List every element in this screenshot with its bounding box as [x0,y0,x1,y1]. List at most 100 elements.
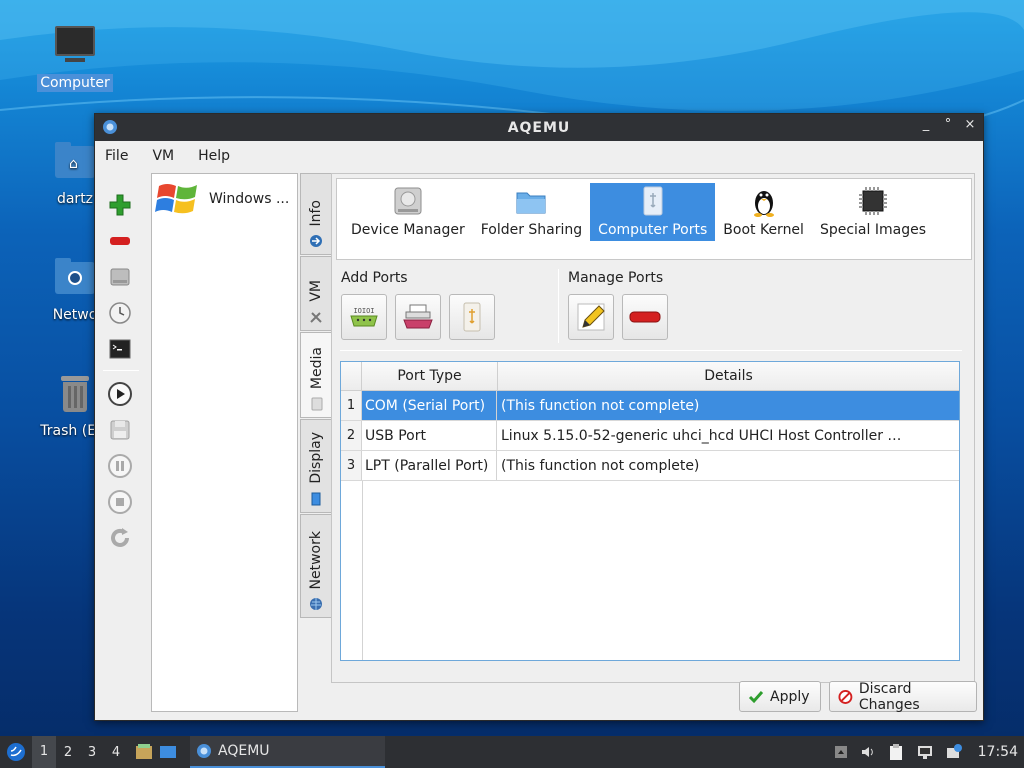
pause-icon [108,454,132,478]
windows-logo-icon [155,184,197,214]
taskbar-task-aqemu[interactable]: AQEMU [190,736,385,768]
add-usb-port-button[interactable] [449,294,495,340]
details-header[interactable]: Details [498,362,959,390]
hard-disk-icon [110,268,130,286]
reload-icon [111,528,129,547]
add-serial-port-button[interactable]: IOIOI [341,294,387,340]
hard-disk-icon [394,187,422,215]
table-gridline [362,481,363,660]
update-notifier-icon[interactable] [946,744,962,760]
serial-port-icon: IOIOI [350,307,378,327]
table-row[interactable]: 2 USB Port Linux 5.15.0-52-generic uhci_… [341,421,959,451]
workspace-2[interactable]: 2 [56,745,80,760]
apply-button[interactable]: Apply [739,681,821,712]
boot-kernel-button[interactable]: Boot Kernel [715,183,812,241]
side-tabs: Info VM Media Display Network [300,173,332,619]
file-manager-icon [136,744,152,759]
menu-file[interactable]: File [105,148,128,164]
linux-penguin-icon [753,191,774,217]
computer-ports-label: Computer Ports [598,222,708,238]
start-vm-button[interactable] [103,377,137,411]
table-row[interactable]: 3 LPT (Parallel Port) (This function not… [341,451,959,481]
manage-ports-label: Manage Ports [568,270,664,286]
network-wired-icon[interactable] [916,744,934,760]
minus-icon [629,311,661,323]
remove-vm-button[interactable] [103,224,137,258]
volume-icon[interactable] [860,744,876,760]
edit-port-button[interactable] [568,294,614,340]
info-arrow-icon [310,235,322,247]
file-manager-launcher[interactable] [132,743,156,761]
special-images-button[interactable]: Special Images [812,183,934,241]
device-manager-button[interactable]: Device Manager [343,183,473,241]
clock[interactable]: 17:54 [978,744,1018,760]
cancel-icon [838,689,853,704]
tab-display[interactable]: Display [300,419,331,513]
close-button[interactable]: × [963,117,977,132]
save-vm-button[interactable] [103,413,137,447]
remove-port-button[interactable] [622,294,668,340]
vm-terminal-button[interactable] [103,332,137,366]
desktop-icon-label: dartz [56,191,94,207]
table-row[interactable]: 1 COM (Serial Port) (This function not c… [341,391,959,421]
desktop-icon-label: Computer [37,74,113,92]
vm-disk-button[interactable] [103,260,137,294]
tab-vm-label: VM [308,280,324,302]
port-type-cell: LPT (Parallel Port) [362,451,497,480]
tab-display-label: Display [308,432,324,484]
workspace-4[interactable]: 4 [104,745,128,760]
discard-changes-button[interactable]: Discard Changes [829,680,977,713]
aqemu-window: AQEMU _ ° × File VM Help Windows ... Inf… [94,113,984,721]
minus-icon [110,237,130,245]
special-images-label: Special Images [819,222,926,238]
menu-help[interactable]: Help [198,148,230,164]
folder-icon [516,192,546,214]
tab-network[interactable]: Network [300,514,331,618]
stop-vm-button[interactable] [103,485,137,519]
desktop-icon-computer[interactable]: Computer [25,24,125,92]
workspace-1[interactable]: 1 [32,736,56,768]
stop-icon [108,490,132,514]
play-icon [108,382,132,406]
network-folder-icon [51,256,99,302]
tab-media[interactable]: Media [300,332,332,418]
section-divider [558,269,559,343]
add-ports-label: Add Ports [341,270,408,286]
discard-label: Discard Changes [858,680,920,713]
check-icon [748,690,764,703]
reset-vm-button[interactable] [103,521,137,555]
boot-kernel-label: Boot Kernel [723,222,804,238]
start-menu-button[interactable] [0,742,32,762]
add-vm-button[interactable] [103,188,137,222]
device-manager-label: Device Manager [351,222,465,238]
show-desktop-button[interactable] [156,743,180,761]
pause-vm-button[interactable] [103,449,137,483]
window-titlebar[interactable]: AQEMU _ ° × [95,114,983,141]
desktop-icon [160,746,176,758]
terminal-icon [109,339,131,359]
port-type-header[interactable]: Port Type [362,362,498,390]
vm-list-item[interactable]: Windows ... [152,174,297,224]
desktop-icon-label: Netwo [52,307,98,323]
aqemu-app-icon [197,744,211,758]
section-divider [340,350,962,351]
folder-sharing-button[interactable]: Folder Sharing [473,183,590,241]
vm-clock-button[interactable] [103,296,137,330]
globe-icon [310,598,322,610]
toolbar-separator [103,370,139,371]
minimize-button[interactable]: _ [919,117,933,132]
clipboard-icon[interactable] [888,743,904,761]
details-cell: (This function not complete) [501,457,700,474]
tab-info-label: Info [308,199,324,227]
workspace-3[interactable]: 3 [80,745,104,760]
tools-icon [310,312,322,323]
add-parallel-port-button[interactable] [395,294,441,340]
chip-icon [858,187,887,215]
media-category-bar: Device Manager Folder Sharing Computer P… [336,178,972,260]
tab-vm[interactable]: VM [300,256,331,331]
computer-ports-button[interactable]: Computer Ports [590,183,716,241]
menu-vm[interactable]: VM [152,148,174,164]
tray-arrow-icon[interactable] [834,745,848,759]
maximize-button[interactable]: ° [941,117,955,132]
tab-info[interactable]: Info [300,173,331,255]
